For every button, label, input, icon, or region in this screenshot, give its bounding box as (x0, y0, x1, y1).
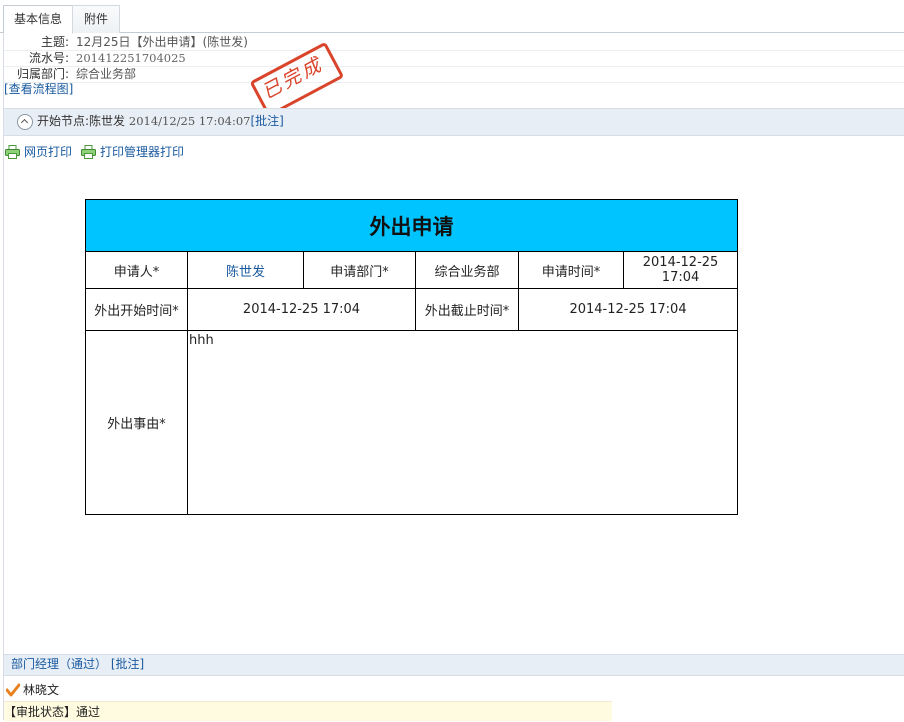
printer-icon (5, 145, 20, 159)
dept-value: 综合业务部 (76, 67, 137, 81)
dept-manager-text: 部门经理（通过） [批注] (11, 655, 144, 674)
reason-value: hhh (186, 330, 739, 515)
serial-label: 流水号: (28, 51, 69, 65)
printer-icon (81, 145, 96, 159)
subject-value: 12月25日【外出申请】(陈世发) (76, 35, 248, 49)
serial-value: 201412251704025 (76, 51, 186, 65)
web-print-label: 网页打印 (24, 145, 73, 159)
tab-bar: 基本信息 附件 (0, 0, 904, 34)
print-manager-label: 打印管理器打印 (100, 145, 185, 159)
request-dept-value: 综合业务部 (415, 251, 519, 289)
request-time-date: 2014-12-25 (642, 255, 719, 270)
approver-name: 林晓文 (23, 683, 60, 697)
start-node-bar: 开始节点:陈世发 2014/12/25 17:04:07[批注] (4, 108, 904, 136)
subject-row: 主题: 12月25日【外出申请】(陈世发) (4, 34, 904, 51)
end-time-value: 2014-12-25 17:04 (517, 288, 739, 331)
start-node-text: 开始节点:陈世发 2014/12/25 17:04:07[批注] (37, 109, 284, 134)
request-time-clock: 17:04 (661, 270, 700, 285)
outing-request-form: 外出申请 申请人* 陈世发 申请部门* 综合业务部 申请时间* 2014-12-… (84, 199, 739, 515)
dept-manager-title: 部门经理（通过） (11, 657, 108, 671)
dept-manager-annotate-link[interactable]: [批注] (111, 657, 144, 671)
form-title: 外出申请 (84, 199, 739, 252)
checkmark-icon (6, 683, 20, 697)
dept-row: 归属部门: 综合业务部 (4, 66, 904, 83)
approval-status: 【审批状态】通过 (4, 701, 612, 721)
start-time-label: 外出开始时间* (85, 288, 188, 331)
request-time-value: 2014-12-25 17:04 (622, 251, 739, 289)
start-node-person: 陈世发 (89, 114, 126, 128)
serial-row: 流水号: 201412251704025 (4, 50, 904, 67)
collapse-up-icon[interactable] (17, 114, 33, 130)
start-node-label: 开始节点: (37, 114, 90, 128)
request-time-label: 申请时间* (518, 251, 624, 289)
start-node-annotate-link[interactable]: [批注] (250, 114, 283, 128)
dept-manager-bar: 部门经理（通过） [批注] (4, 654, 904, 676)
approver-row: 林晓文 (6, 682, 59, 698)
end-time-label: 外出截止时间* (415, 288, 519, 331)
request-dept-label: 申请部门* (303, 251, 416, 289)
tab-basic-info[interactable]: 基本信息 (3, 5, 73, 34)
print-manager-button[interactable]: 打印管理器打印 (81, 144, 184, 160)
start-time-value: 2014-12-25 17:04 (187, 288, 416, 331)
web-print-button[interactable]: 网页打印 (5, 144, 72, 160)
tab-attachments[interactable]: 附件 (72, 5, 120, 33)
reason-label: 外出事由* (85, 330, 188, 515)
start-node-time: 2014/12/25 17:04:07 (128, 114, 251, 128)
applicant-value: 陈世发 (187, 251, 304, 289)
applicant-label: 申请人* (85, 251, 188, 289)
subject-label: 主题: (40, 35, 69, 49)
view-flowchart-link[interactable]: [查看流程图] (4, 80, 73, 97)
